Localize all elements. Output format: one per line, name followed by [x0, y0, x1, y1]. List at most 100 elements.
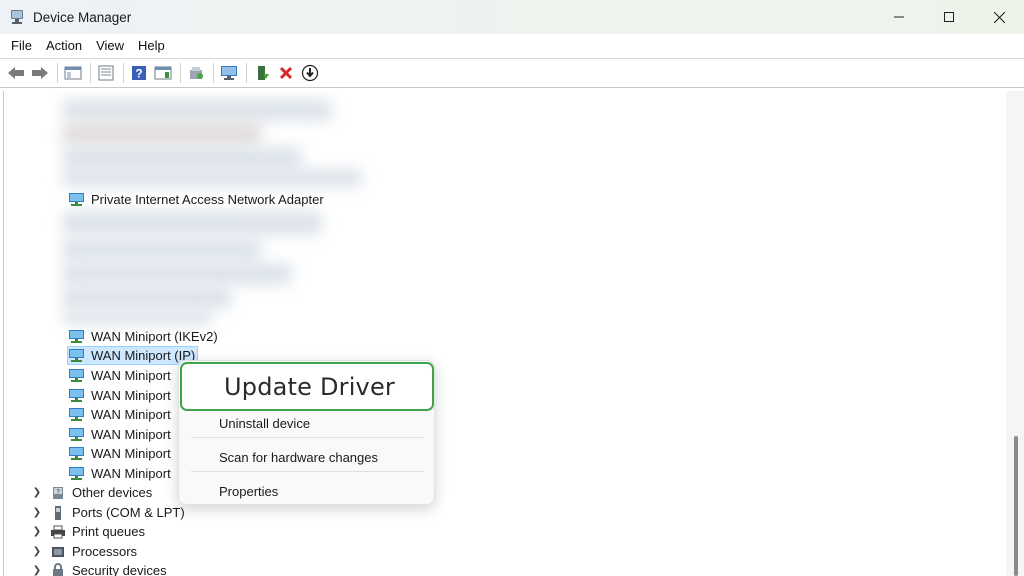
- toolbar-separator: [213, 63, 214, 83]
- help-icon: ?: [132, 66, 146, 81]
- network-adapter-icon: [68, 427, 85, 442]
- chevron-right-icon[interactable]: ❯: [32, 561, 42, 576]
- menu-separator: [191, 437, 424, 438]
- category-processors[interactable]: ❯ Processors: [32, 542, 137, 561]
- window-title: Device Manager: [33, 9, 132, 25]
- update-driver-label: Update Driver: [224, 373, 395, 401]
- maximize-button[interactable]: [924, 0, 974, 34]
- menu-file[interactable]: File: [4, 34, 39, 58]
- uninstall-device-button[interactable]: [275, 62, 297, 84]
- network-adapter-icon: [68, 329, 85, 344]
- scan-hardware-button[interactable]: [185, 62, 207, 84]
- maximize-icon: [944, 12, 954, 22]
- category-other-devices[interactable]: ❯ ? Other devices: [32, 483, 152, 502]
- properties-button[interactable]: [95, 62, 117, 84]
- minimize-icon: [894, 16, 904, 18]
- printer-icon: [50, 524, 66, 540]
- redacted-block: [62, 311, 212, 325]
- list-item[interactable]: WAN Miniport: [68, 405, 171, 424]
- redacted-block: [62, 211, 322, 235]
- enable-device-icon: [258, 66, 269, 80]
- help-button[interactable]: ?: [128, 62, 150, 84]
- uninstall-device-icon: [279, 66, 293, 80]
- category-print-queues[interactable]: ❯ Print queues: [32, 522, 145, 541]
- redacted-block: [62, 263, 292, 285]
- network-adapter-icon: [68, 368, 85, 383]
- network-adapter-icon: [68, 388, 85, 403]
- redacted-block: [62, 147, 302, 169]
- action-pane-button[interactable]: [152, 62, 174, 84]
- scan-hardware-icon: [190, 67, 203, 79]
- category-label: Processors: [72, 544, 138, 559]
- device-label: WAN Miniport (IP): [91, 348, 196, 363]
- close-button[interactable]: [974, 0, 1024, 34]
- update-driver-button[interactable]: [218, 62, 240, 84]
- minimize-button[interactable]: [874, 0, 924, 34]
- other-devices-icon: ?: [50, 485, 66, 501]
- toolbar-separator: [246, 63, 247, 83]
- list-item[interactable]: WAN Miniport (IKEv2): [68, 327, 218, 346]
- show-hide-console-tree-button[interactable]: [62, 62, 84, 84]
- category-security-devices[interactable]: ❯ Security devices: [32, 561, 167, 576]
- list-item[interactable]: WAN Miniport: [68, 366, 171, 385]
- port-icon: [50, 505, 66, 521]
- category-label: Ports (COM & LPT): [72, 505, 185, 520]
- menu-separator: [191, 471, 424, 472]
- toolbar-separator: [123, 63, 124, 83]
- redacted-block: [62, 239, 262, 261]
- download-driver-icon: [301, 64, 319, 82]
- list-item[interactable]: WAN Miniport: [68, 425, 171, 444]
- scrollbar-thumb[interactable]: [1014, 436, 1018, 576]
- toolbar-separator: [57, 63, 58, 83]
- update-driver-icon: [221, 66, 237, 80]
- list-item[interactable]: WAN Miniport: [68, 444, 171, 463]
- close-icon: [993, 11, 1005, 23]
- redacted-block: [62, 123, 262, 145]
- back-button[interactable]: [5, 62, 27, 84]
- chevron-right-icon[interactable]: ❯: [32, 522, 42, 541]
- vertical-scrollbar[interactable]: [1006, 91, 1024, 576]
- list-item-selected[interactable]: WAN Miniport (IP): [67, 346, 199, 365]
- redacted-block: [62, 99, 332, 121]
- device-label: WAN Miniport (IKEv2): [91, 329, 218, 344]
- list-item[interactable]: WAN Miniport: [68, 464, 171, 483]
- menu-action[interactable]: Action: [39, 34, 89, 58]
- network-adapter-icon: [68, 348, 85, 363]
- menu-item-update-driver[interactable]: Update Driver: [180, 362, 434, 411]
- list-item[interactable]: WAN Miniport: [68, 386, 171, 405]
- menu-help[interactable]: Help: [131, 34, 172, 58]
- menu-item-uninstall-device[interactable]: Uninstall device: [219, 416, 310, 431]
- category-ports[interactable]: ❯ Ports (COM & LPT): [32, 503, 185, 522]
- network-adapter-icon: [68, 466, 85, 481]
- svg-text:?: ?: [135, 67, 142, 81]
- device-label: WAN Miniport: [91, 446, 171, 461]
- menu-bar: File Action View Help: [0, 34, 1024, 58]
- chevron-right-icon[interactable]: ❯: [32, 542, 42, 561]
- menu-item-properties[interactable]: Properties: [219, 484, 278, 499]
- device-label: Private Internet Access Network Adapter: [91, 192, 324, 207]
- forward-arrow-icon: [32, 67, 48, 79]
- device-label: WAN Miniport: [91, 466, 171, 481]
- network-adapter-icon: [68, 192, 85, 207]
- chevron-right-icon[interactable]: ❯: [32, 483, 42, 502]
- security-device-icon: [50, 562, 66, 576]
- context-menu: Update Driver Uninstall device Scan for …: [178, 360, 435, 505]
- toolbar: ?: [0, 58, 1024, 88]
- forward-button[interactable]: [29, 62, 51, 84]
- redacted-block: [62, 287, 232, 309]
- download-driver-button[interactable]: [299, 62, 321, 84]
- chevron-right-icon[interactable]: ❯: [32, 503, 42, 522]
- menu-item-scan-hardware[interactable]: Scan for hardware changes: [219, 450, 378, 465]
- device-manager-icon: [9, 9, 25, 25]
- menu-view[interactable]: View: [89, 34, 131, 58]
- toolbar-separator: [90, 63, 91, 83]
- category-label: Security devices: [72, 563, 167, 576]
- processor-icon: [50, 544, 66, 560]
- enable-device-button[interactable]: [251, 62, 273, 84]
- action-pane-icon: [154, 66, 172, 80]
- list-item[interactable]: Private Internet Access Network Adapter: [68, 190, 324, 209]
- category-label: Other devices: [72, 485, 153, 500]
- toolbar-separator: [180, 63, 181, 83]
- device-tree-pane: Private Internet Access Network Adapter …: [3, 91, 1024, 576]
- category-label: Print queues: [72, 524, 145, 539]
